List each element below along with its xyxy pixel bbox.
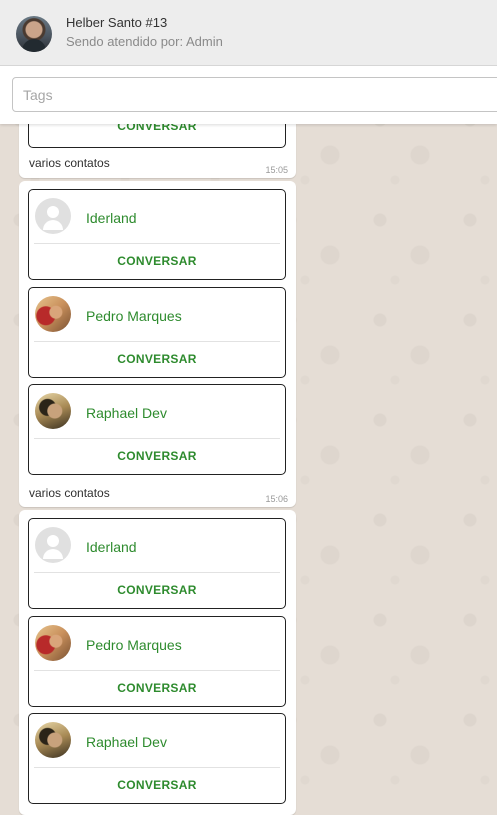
contact-card: Iderland CONVERSAR xyxy=(28,518,286,609)
tags-bar xyxy=(0,66,497,124)
contact-name: Iderland xyxy=(86,210,137,226)
message-caption: varios contatos xyxy=(29,486,110,500)
avatar xyxy=(35,625,71,661)
conversar-button[interactable]: CONVERSAR xyxy=(29,670,285,707)
avatar xyxy=(35,722,71,758)
contact-name: Pedro Marques xyxy=(86,308,182,324)
avatar[interactable] xyxy=(16,16,52,52)
contact-name: Raphael Dev xyxy=(86,405,167,421)
attendant-status: Sendo atendido por: Admin xyxy=(66,34,223,49)
tags-input[interactable] xyxy=(12,77,497,112)
contact-name: Raphael Dev xyxy=(86,734,167,750)
message-time: 15:06 xyxy=(265,494,288,504)
contact-name: Iderland xyxy=(86,539,137,555)
contact-name[interactable]: Helber Santo #13 xyxy=(66,15,167,30)
chat-header: Helber Santo #13 Sendo atendido por: Adm… xyxy=(0,0,497,66)
avatar xyxy=(35,296,71,332)
contact-card: Iderland CONVERSAR xyxy=(28,189,286,280)
message-bubble: Iderland CONVERSAR Pedro Marques CONVERS… xyxy=(19,181,296,507)
message-bubble: Iderland CONVERSAR Pedro Marques CONVERS… xyxy=(19,510,296,815)
default-avatar-icon xyxy=(35,527,71,563)
message-time: 15:05 xyxy=(265,165,288,175)
message-caption: varios contatos xyxy=(29,156,110,170)
contact-card: Pedro Marques CONVERSAR xyxy=(28,287,286,378)
contact-card: Pedro Marques CONVERSAR xyxy=(28,616,286,707)
conversar-button[interactable]: CONVERSAR xyxy=(29,767,285,804)
conversar-button[interactable]: CONVERSAR xyxy=(29,341,285,378)
conversar-button[interactable]: CONVERSAR xyxy=(29,438,285,475)
contact-name: Pedro Marques xyxy=(86,637,182,653)
default-avatar-icon xyxy=(35,198,71,234)
conversar-button[interactable]: CONVERSAR xyxy=(29,572,285,609)
contact-card: Raphael Dev CONVERSAR xyxy=(28,713,286,804)
contact-card: Raphael Dev CONVERSAR xyxy=(28,384,286,475)
conversar-button[interactable]: CONVERSAR xyxy=(29,243,285,280)
avatar xyxy=(35,393,71,429)
